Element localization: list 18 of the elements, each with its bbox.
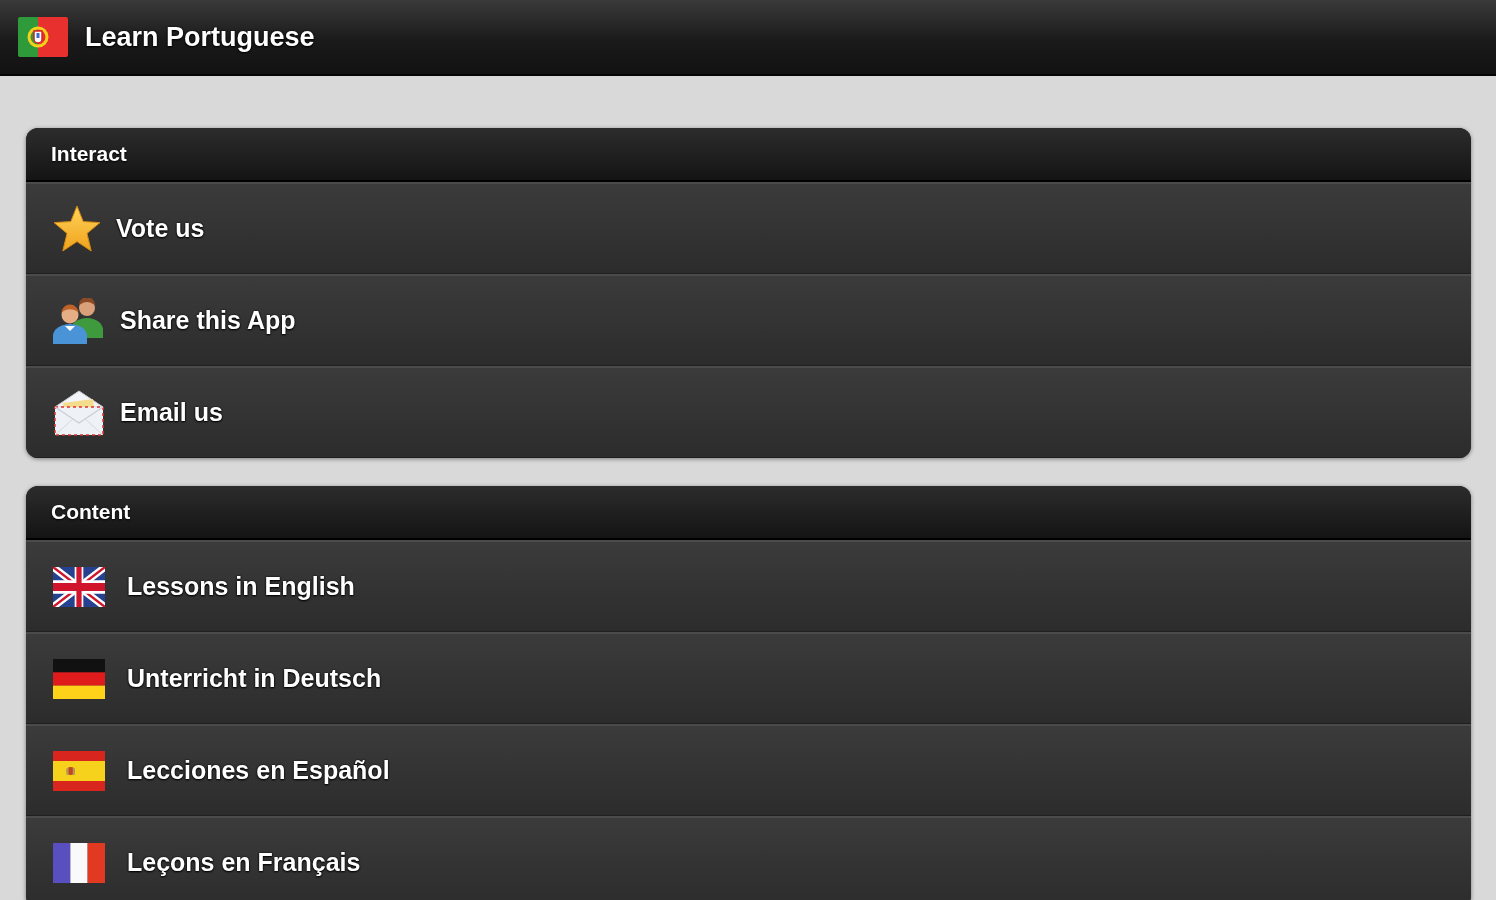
spain-flag-icon bbox=[53, 750, 105, 791]
menu-item[interactable]: Lessons in English bbox=[26, 540, 1471, 632]
people-icon bbox=[53, 297, 105, 344]
section-header: Interact bbox=[26, 128, 1471, 182]
germany-flag-icon bbox=[53, 658, 105, 699]
menu-item[interactable]: Share this App bbox=[26, 274, 1471, 366]
menu-item[interactable]: Email us bbox=[26, 366, 1471, 458]
menu-item[interactable]: Lecciones en Español bbox=[26, 724, 1471, 816]
menu-item[interactable]: Leçons en Français bbox=[26, 816, 1471, 900]
section-header: Content bbox=[26, 486, 1471, 540]
portugal-flag-icon bbox=[18, 17, 68, 57]
france-flag-icon bbox=[53, 842, 105, 883]
envelope-icon bbox=[53, 388, 105, 437]
union-jack-flag-icon bbox=[53, 566, 105, 607]
menu-item[interactable]: Vote us bbox=[26, 182, 1471, 274]
app-title: Learn Portuguese bbox=[85, 20, 315, 54]
star-icon bbox=[53, 204, 101, 253]
menu-item[interactable]: Unterricht in Deutsch bbox=[26, 632, 1471, 724]
